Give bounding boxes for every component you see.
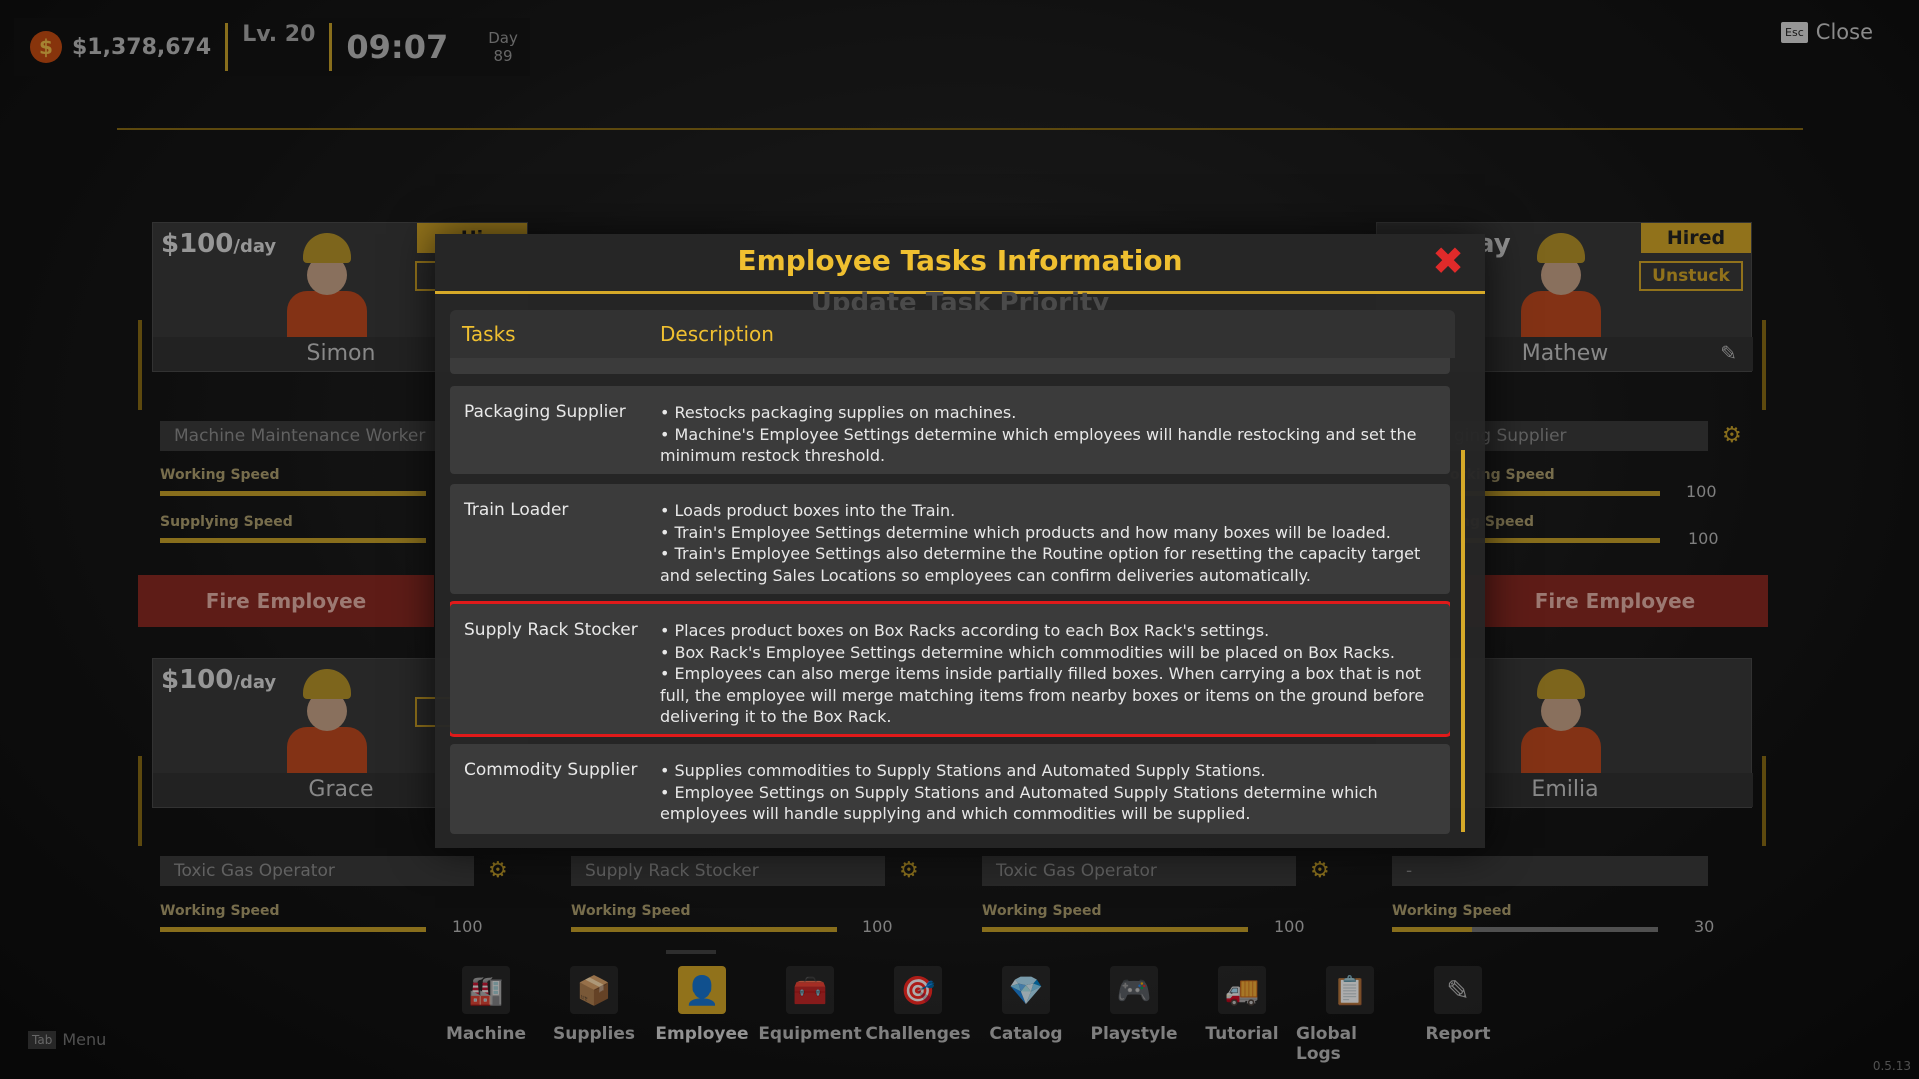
task-row: Supply Rack Stocker • Places product boxe… xyxy=(450,601,1450,737)
task-description: • Places product boxes on Box Racks acco… xyxy=(660,620,1440,728)
employee-tasks-modal: Employee Tasks Information ✖ Update Task… xyxy=(435,234,1485,848)
scrollbar[interactable] xyxy=(1461,450,1465,832)
task-name: Supply Rack Stocker xyxy=(464,620,638,640)
tasks-list[interactable]: Machine Maintenance Worker• Performs mai… xyxy=(450,358,1450,838)
description-line: • Loads product boxes into the Train. xyxy=(660,501,956,520)
description-line: • Places product boxes on Box Racks acco… xyxy=(660,621,1270,640)
task-name: Packaging Supplier xyxy=(464,402,626,422)
task-name: Train Loader xyxy=(464,500,569,520)
description-line: • Restocks packaging supplies on machine… xyxy=(660,403,1017,422)
description-column-header: Description xyxy=(660,322,774,346)
task-description: • Restocks packaging supplies on machine… xyxy=(660,402,1440,467)
game-screen: $ $1,378,674 Lv. 20 09:07 Day 89 Esc Clo… xyxy=(0,0,1919,1079)
task-name: Commodity Supplier xyxy=(464,760,638,780)
task-row: Machine Maintenance Worker• Performs mai… xyxy=(450,358,1450,374)
task-row: Packaging Supplier • Restocks packaging s… xyxy=(450,386,1450,474)
task-description: • Loads product boxes into the Train. • T… xyxy=(660,500,1440,586)
description-line: • Train's Employee Settings determine wh… xyxy=(660,522,1391,542)
description-line: • Train's Employee Settings also determi… xyxy=(660,544,1421,585)
task-description: • Supplies commodities to Supply Station… xyxy=(660,760,1440,825)
description-line: • Box Rack's Employee Settings determine… xyxy=(660,642,1395,662)
close-icon[interactable]: ✖ xyxy=(1431,242,1465,280)
task-row: Commodity Supplier • Supplies commodities… xyxy=(450,744,1450,834)
modal-header: Employee Tasks Information ✖ xyxy=(435,234,1485,294)
tasks-column-header: Tasks xyxy=(462,322,516,346)
description-line: • Employee Settings on Supply Stations a… xyxy=(660,782,1378,824)
modal-title: Employee Tasks Information xyxy=(737,244,1183,277)
table-header: Tasks Description xyxy=(450,310,1455,358)
description-line: • Employees can also merge items inside … xyxy=(660,664,1425,726)
description-line: • Machine's Employee Settings determine … xyxy=(660,424,1417,466)
task-row: Train Loader • Loads product boxes into t… xyxy=(450,484,1450,594)
description-line: • Supplies commodities to Supply Station… xyxy=(660,761,1266,780)
